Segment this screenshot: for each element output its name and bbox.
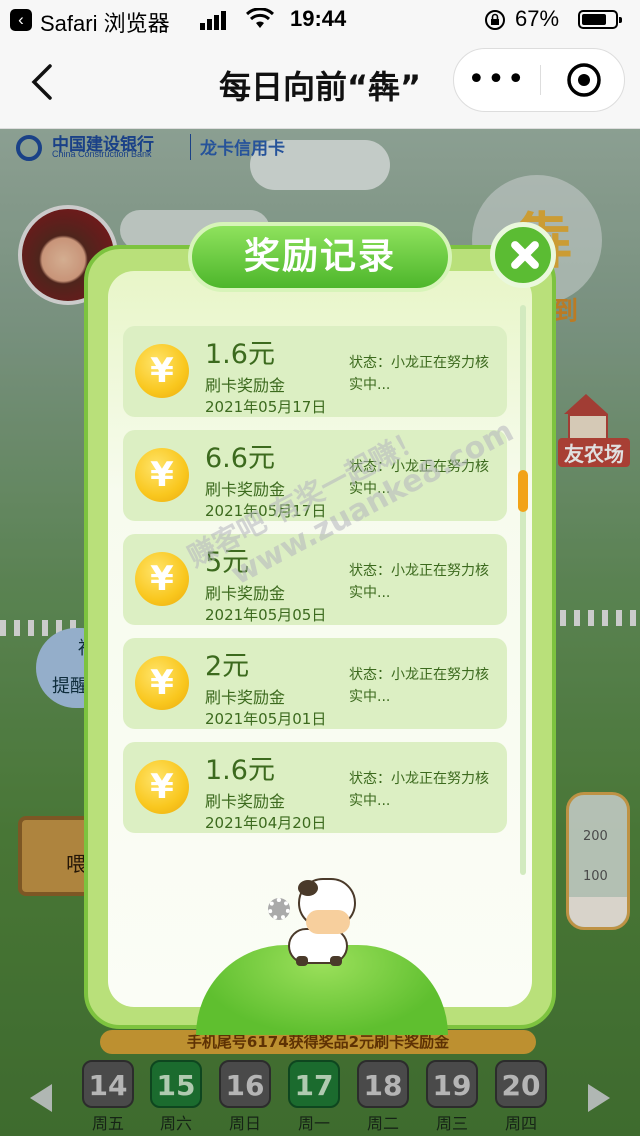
- reward-date: 2021年05月17日: [205, 398, 327, 416]
- reward-date: 2021年05月01日: [205, 710, 327, 728]
- reward-record-item: ¥ 1.6元 刷卡奖励金 2021年04月20日 状态：小龙正在努力核实中...: [123, 742, 507, 833]
- records-scroll-thumb[interactable]: [518, 470, 528, 512]
- reward-kind: 刷卡奖励金: [205, 376, 286, 395]
- coin-yuan-icon: ¥: [135, 552, 189, 606]
- reward-status: 状态：小龙正在努力核实中...: [349, 563, 489, 601]
- reward-kind: 刷卡奖励金: [205, 792, 286, 811]
- menu-capsule: •••: [453, 48, 625, 112]
- clock: 19:44: [290, 6, 347, 31]
- records-scrollbar[interactable]: [520, 305, 526, 875]
- coin-yuan-icon: ¥: [135, 656, 189, 710]
- coin-yuan-icon: ¥: [135, 448, 189, 502]
- reward-amount: 1.6元: [205, 755, 275, 786]
- modal-title: 奖励记录: [188, 222, 452, 292]
- reward-date: 2021年04月20日: [205, 814, 327, 832]
- cow-snout: [306, 910, 350, 934]
- reward-status: 状态：小龙正在努力核实中...: [349, 667, 489, 705]
- status-bar: ‹ Safari 浏览器 19:44 67%: [0, 0, 640, 40]
- source-app-label: Safari 浏览器: [40, 11, 170, 36]
- mini-program-navbar: 每日向前“犇” •••: [0, 40, 640, 129]
- reward-amount: 6.6元: [205, 443, 275, 474]
- close-x-icon[interactable]: [490, 222, 556, 288]
- cow-mascot-icon: [268, 872, 368, 972]
- wifi-icon: [246, 8, 274, 28]
- cow-spot: [298, 880, 318, 896]
- cow-hoof: [330, 956, 342, 966]
- orientation-lock-icon: [485, 10, 505, 30]
- capsule-divider: [540, 65, 541, 95]
- more-dots-icon[interactable]: •••: [454, 49, 540, 111]
- coin-yuan-icon: ¥: [135, 344, 189, 398]
- battery-icon: [578, 10, 622, 29]
- reward-record-item: ¥ 2元 刷卡奖励金 2021年05月01日 状态：小龙正在努力核实中...: [123, 638, 507, 729]
- target-circle-icon[interactable]: [566, 62, 602, 98]
- reward-amount: 2元: [205, 651, 250, 682]
- reward-kind: 刷卡奖励金: [205, 688, 286, 707]
- cellular-signal-icon: [200, 11, 228, 30]
- reward-amount: 1.6元: [205, 339, 275, 370]
- cow-hoof: [296, 956, 308, 966]
- coin-yuan-icon: ¥: [135, 760, 189, 814]
- flower-icon: [268, 898, 290, 920]
- battery-percent: 67%: [515, 6, 560, 31]
- back-to-app-icon[interactable]: ‹: [10, 9, 32, 31]
- reward-date: 2021年05月05日: [205, 606, 327, 624]
- reward-status: 状态：小龙正在努力核实中...: [349, 771, 489, 809]
